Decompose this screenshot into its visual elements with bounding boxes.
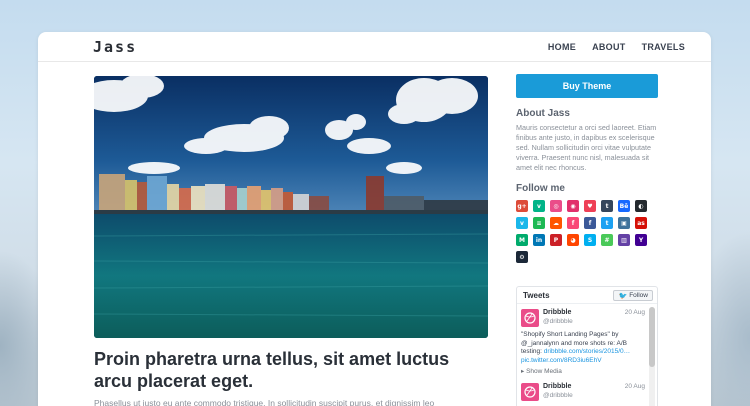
vimeo-icon[interactable]: v	[516, 217, 528, 229]
site-logo[interactable]: Jass	[93, 38, 137, 56]
pinterest-icon[interactable]: P	[550, 234, 562, 246]
tweet-author-handle[interactable]: @dribbble	[543, 318, 573, 325]
nav-travels[interactable]: TRAVELS	[642, 42, 685, 52]
dribbble-avatar-icon[interactable]	[521, 309, 539, 327]
tweet-date[interactable]: 20 Aug	[625, 309, 645, 316]
twitch-icon[interactable]: ▥	[618, 234, 630, 246]
spotify-icon[interactable]: ≡	[533, 217, 545, 229]
tweet-author-name[interactable]: Dribbble	[543, 383, 571, 390]
twitter-widget: Tweets 🐦 Follow Dribbble @dribbble 20 Au…	[516, 286, 658, 406]
tweet-text-line: "Shopify Short Landing Pages" by	[521, 331, 619, 338]
linkedin-icon[interactable]: in	[533, 234, 545, 246]
tweet-date[interactable]: 20 Aug	[625, 383, 645, 390]
buy-theme-button[interactable]: Buy Theme	[516, 74, 658, 98]
page-card: Jass HOME ABOUT TRAVELS Proin pharetra u…	[38, 32, 711, 406]
twitter-widget-title: Tweets	[523, 291, 550, 300]
tweet-text-fragment: testing:	[521, 348, 542, 355]
hero-image[interactable]	[94, 76, 488, 338]
dribbble-icon[interactable]: ◎	[550, 200, 562, 212]
twitter-widget-header: Tweets 🐦 Follow	[517, 287, 657, 304]
twitter-follow-button[interactable]: 🐦 Follow	[613, 290, 653, 301]
twitter-bird-icon: 🐦	[618, 292, 628, 300]
tweet-scrollbar-thumb[interactable]	[649, 307, 655, 367]
social-icons: g+ v ◎ ◉ ♥ t Bē ◐ v ≡ ☁ f f t ▣ as Min P ◕ S # ▥ Y ⚙	[516, 200, 658, 263]
tweet-pic-link[interactable]: pic.twitter.com/8RD3iu6EhV	[521, 357, 645, 366]
soundcloud-icon[interactable]: ☁	[550, 217, 562, 229]
skype-icon[interactable]: S	[584, 234, 596, 246]
tweet-author-name[interactable]: Dribbble	[543, 309, 571, 316]
google-plus-icon[interactable]: g+	[516, 200, 528, 212]
github-icon[interactable]: ◐	[635, 200, 647, 212]
tweet-link[interactable]: dribbble.com/stories/2015/0…	[544, 348, 630, 355]
vine-icon[interactable]: v	[533, 200, 545, 212]
medium-icon[interactable]: M	[516, 234, 528, 246]
foursquare-icon[interactable]: f	[567, 217, 579, 229]
facebook-icon[interactable]: f	[584, 217, 596, 229]
show-media-label: Show Media	[526, 368, 562, 375]
behance-icon[interactable]: Bē	[618, 200, 630, 212]
show-media-link[interactable]: ▸ Show Media	[521, 367, 562, 375]
twitter-follow-label: Follow	[629, 292, 648, 299]
tweet-text-line: @_jannalynn and more shots re: A/B	[521, 339, 627, 347]
instagram-alt-icon[interactable]: ▣	[618, 217, 630, 229]
post-title[interactable]: Proin pharetra urna tellus, sit amet luc…	[94, 348, 474, 392]
about-text: Mauris consectetur a orci sed laoreet. E…	[516, 123, 657, 172]
slack-icon[interactable]: #	[601, 234, 613, 246]
twitter-icon[interactable]: t	[601, 217, 613, 229]
tweet-list: Dribbble @dribbble 20 Aug "Shopify Short…	[517, 304, 657, 406]
main-nav: HOME ABOUT TRAVELS	[548, 42, 685, 52]
post-excerpt: Phasellus ut justo eu ante commodo trist…	[94, 398, 435, 406]
dribbble-avatar-icon[interactable]	[521, 383, 539, 401]
steam-icon[interactable]: ⚙	[516, 251, 528, 263]
tweet-text: "Shopify Short Landing Pages" by @_janna…	[521, 331, 645, 365]
nav-about[interactable]: ABOUT	[592, 42, 626, 52]
pocket-icon[interactable]: ♥	[584, 200, 596, 212]
tweet-author-handle[interactable]: @dribbble	[543, 392, 573, 399]
instagram-icon[interactable]: ◉	[567, 200, 579, 212]
tumblr-icon[interactable]: t	[601, 200, 613, 212]
follow-heading: Follow me	[516, 183, 565, 194]
reddit-icon[interactable]: ◕	[567, 234, 579, 246]
yahoo-icon[interactable]: Y	[635, 234, 647, 246]
site-header: Jass HOME ABOUT TRAVELS	[38, 32, 711, 62]
about-heading: About Jass	[516, 108, 570, 119]
lastfm-icon[interactable]: as	[635, 217, 647, 229]
tweet-text-line: testing: dribbble.com/stories/2015/0…	[521, 348, 645, 357]
harbor-photo	[94, 76, 488, 338]
nav-home[interactable]: HOME	[548, 42, 576, 52]
sidebar: Buy Theme About Jass Mauris consectetur …	[516, 74, 658, 263]
